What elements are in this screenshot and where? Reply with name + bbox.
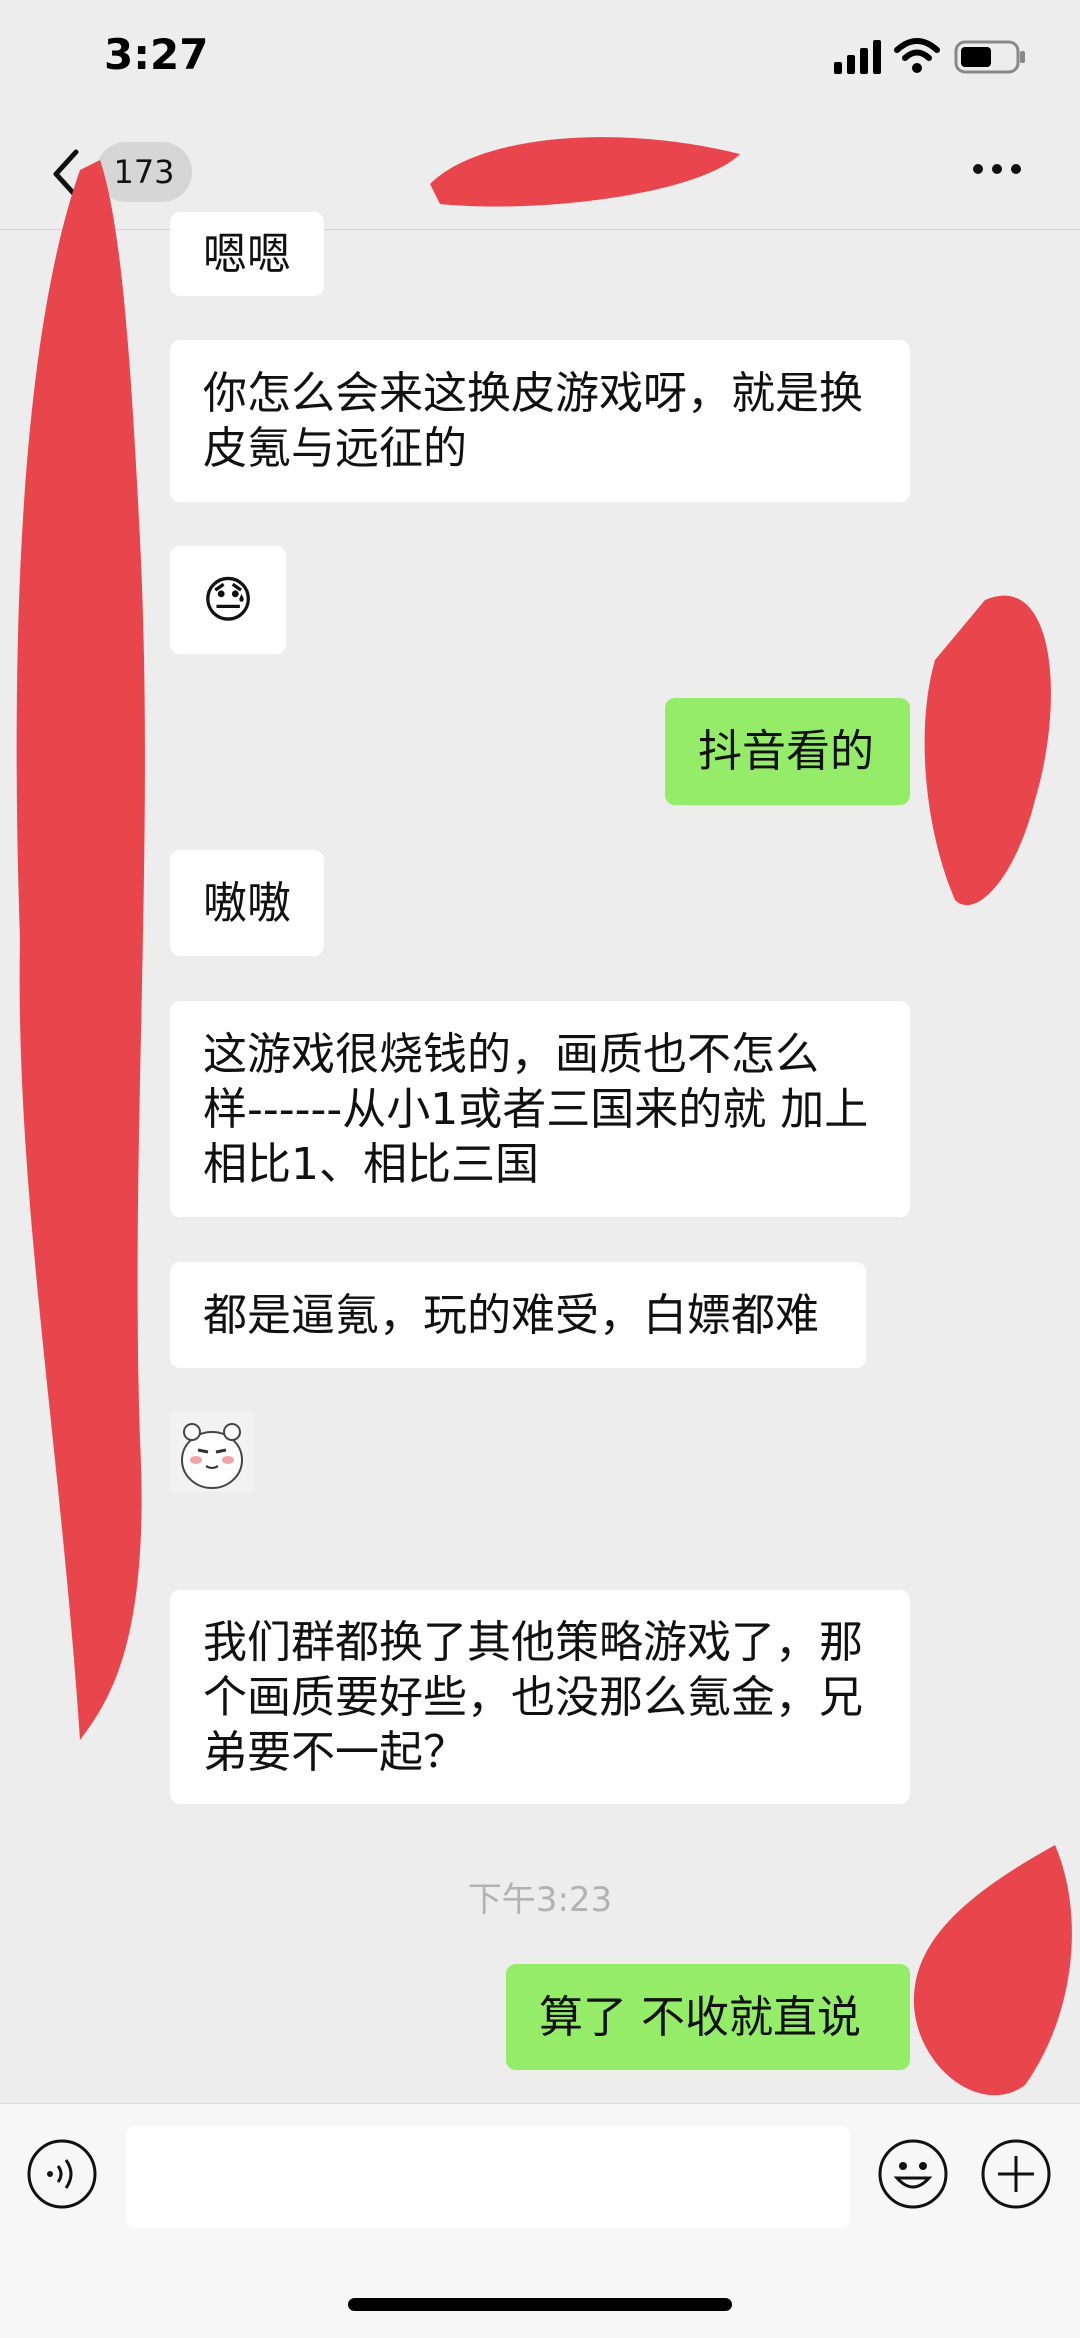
message-input[interactable] [126,2126,850,2228]
voice-icon[interactable] [26,2138,98,2210]
redaction-scribble [16,160,145,1740]
message-text: 你怎么会来这换皮游戏呀，就是换皮氪与远征的 [203,368,863,474]
message-received[interactable]: 😓 [170,546,286,654]
bear-sticker-icon [181,1423,243,1489]
message-received[interactable]: 这游戏很烧钱的，画质也不怎么样------从小1或者三国来的就 加上相比1、相比… [170,1001,910,1217]
message-sent[interactable]: 算了 不收就直说 [506,1964,910,2070]
message-text: 嗷嗷 [203,877,291,929]
message-text: 都是逼氪，玩的难受，白嫖都难 [203,1289,819,1341]
message-received[interactable]: 嗷嗷 [170,850,324,956]
emoji-icon[interactable] [877,2138,949,2210]
message-text: 我们群都换了其他策略游戏了，那个画质要好些，也没那么氪金，兄弟要不一起？ [203,1616,863,1778]
signal-icon [834,40,881,74]
message-received[interactable]: 嗯嗯 [170,212,324,296]
redaction-scribble [924,595,1051,906]
sticker-image[interactable] [170,1412,254,1492]
message-text: 这游戏很烧钱的，画质也不怎么样------从小1或者三国来的就 加上相比1、相比… [203,1028,869,1190]
message-sent[interactable]: 抖音看的 [665,698,910,805]
message-received[interactable]: 我们群都换了其他策略游戏了，那个画质要好些，也没那么氪金，兄弟要不一起？ [170,1590,910,1804]
status-time: 3:27 [104,30,209,79]
message-text: 嗯嗯 [203,228,291,280]
battery-icon [954,40,1025,74]
add-icon[interactable] [980,2138,1052,2210]
status-bar: 3:27 [0,0,1080,130]
message-received[interactable]: 都是逼氪，玩的难受，白嫖都难 [170,1262,866,1368]
message-received[interactable]: 你怎么会来这换皮游戏呀，就是换皮氪与远征的 [170,340,910,502]
redaction-scribble [430,137,740,207]
more-icon[interactable] [972,162,1022,182]
wifi-icon [894,38,940,73]
redaction-scribble [913,1845,1072,2096]
message-text: 算了 不收就直说 [539,1991,861,2043]
home-indicator [348,2298,732,2311]
message-text: 抖音看的 [698,726,874,777]
facepalm-emoji: 😓 [201,570,255,629]
